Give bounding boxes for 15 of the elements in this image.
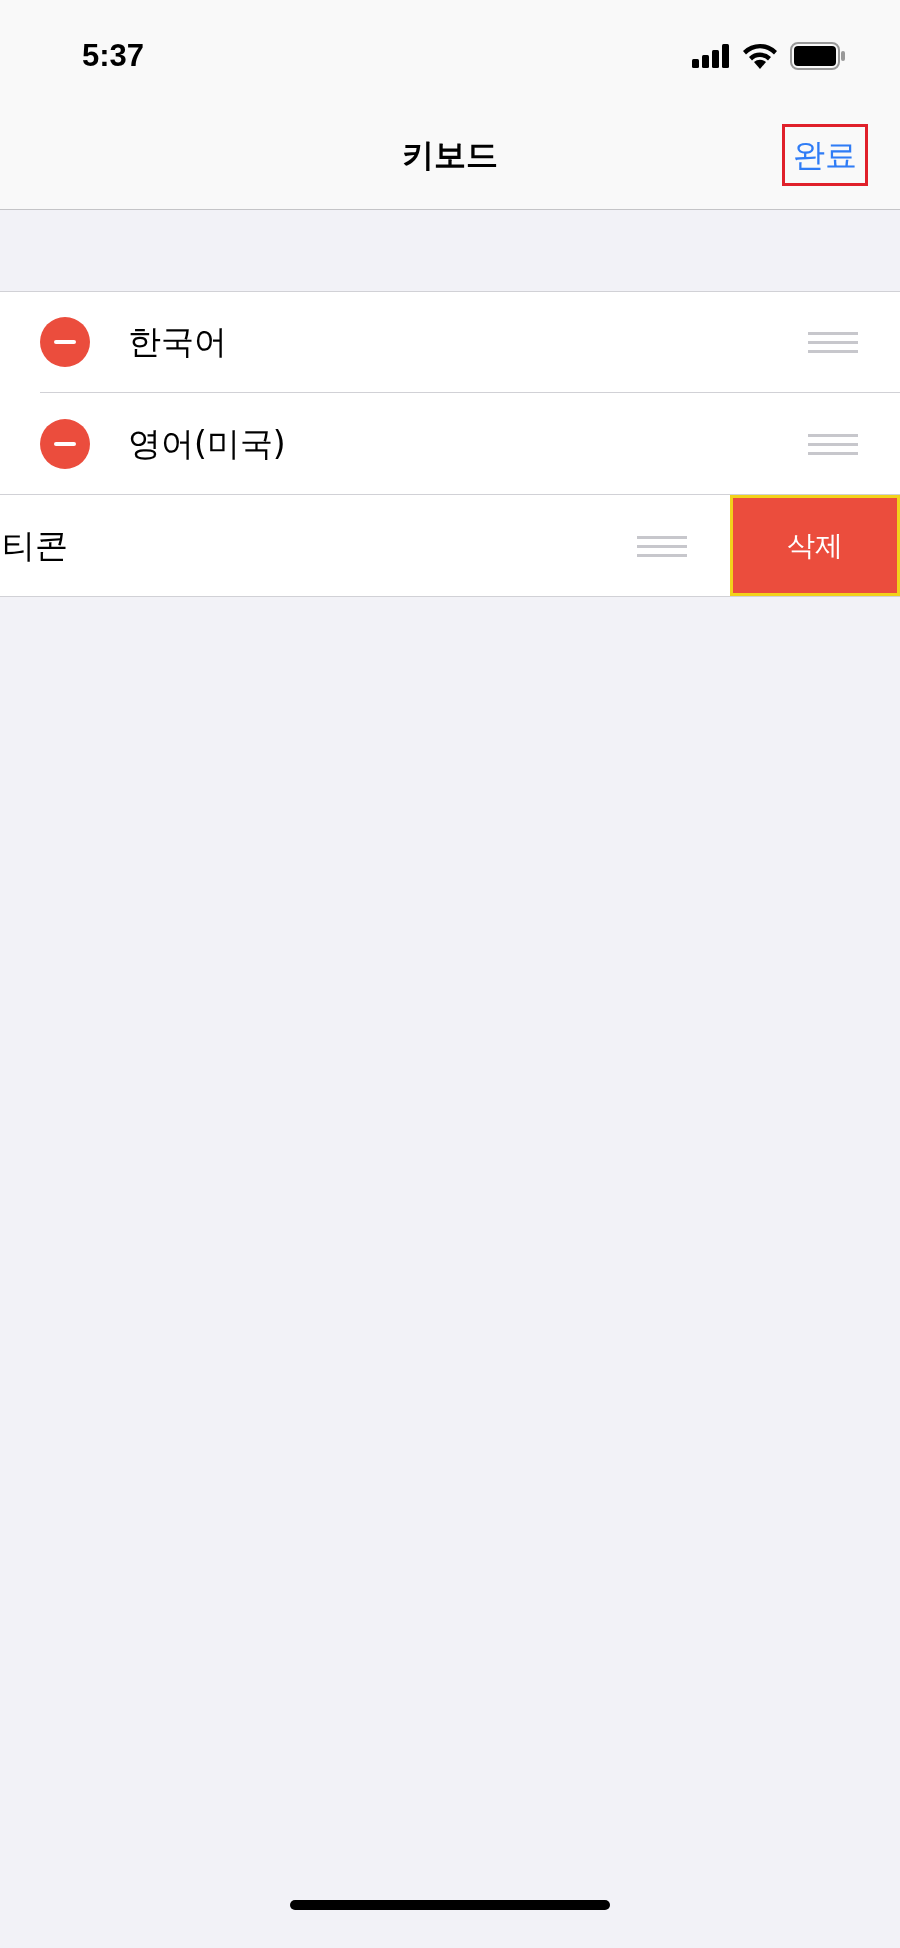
keyboard-name: 티콘 [2, 524, 68, 567]
remove-button[interactable] [40, 317, 90, 367]
drag-handle-icon[interactable] [808, 432, 858, 455]
keyboard-name: 한국어 [128, 321, 227, 364]
drag-handle-icon[interactable] [808, 331, 858, 353]
delete-button[interactable]: 삭제 [730, 495, 900, 596]
done-button[interactable]: 완료 [782, 123, 868, 186]
drag-handle-icon[interactable] [637, 534, 687, 557]
window-title: 키보드 [402, 134, 498, 176]
battery-icon [790, 42, 846, 70]
remove-button[interactable] [40, 418, 90, 469]
keyboard-name: 영어(미국) [128, 422, 286, 465]
status-time: 5:37 [82, 36, 145, 75]
signal-icon [692, 44, 730, 68]
wifi-icon [742, 43, 778, 69]
